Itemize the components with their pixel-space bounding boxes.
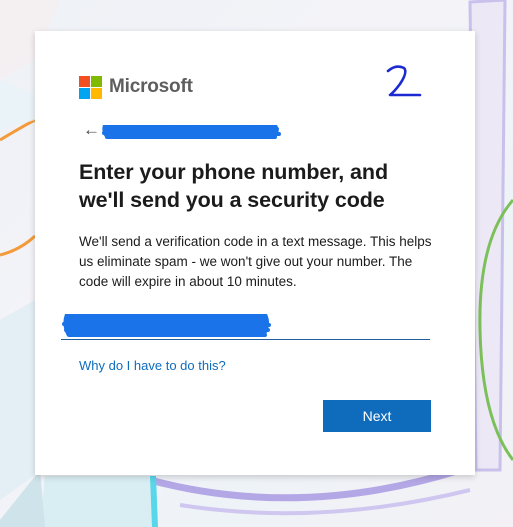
desktop-background: Microsoft ← Enter your phone number, and… [0, 0, 513, 527]
logo-square-green [91, 75, 102, 87]
page-title: Enter your phone number, and we'll send … [79, 160, 388, 212]
microsoft-logo-icon [79, 75, 102, 99]
sign-in-card: Microsoft ← Enter your phone number, and… [35, 31, 475, 475]
account-back-row[interactable]: ← [83, 119, 283, 143]
back-arrow-icon[interactable]: ← [83, 120, 100, 140]
logo-square-yellow [91, 87, 102, 99]
phone-number-input[interactable] [61, 307, 430, 340]
handwritten-2-annotation [386, 65, 422, 97]
logo-square-blue [79, 87, 90, 99]
next-button[interactable]: Next [323, 400, 431, 432]
why-do-i-have-to-do-this-link[interactable]: Why do I have to do this? [79, 358, 226, 374]
redacted-account-email [102, 125, 281, 139]
page-description: We'll send a verification code in a text… [79, 234, 432, 289]
brand-name: Microsoft [109, 76, 193, 97]
logo-square-red [79, 75, 90, 87]
brand-header: Microsoft [79, 75, 193, 99]
